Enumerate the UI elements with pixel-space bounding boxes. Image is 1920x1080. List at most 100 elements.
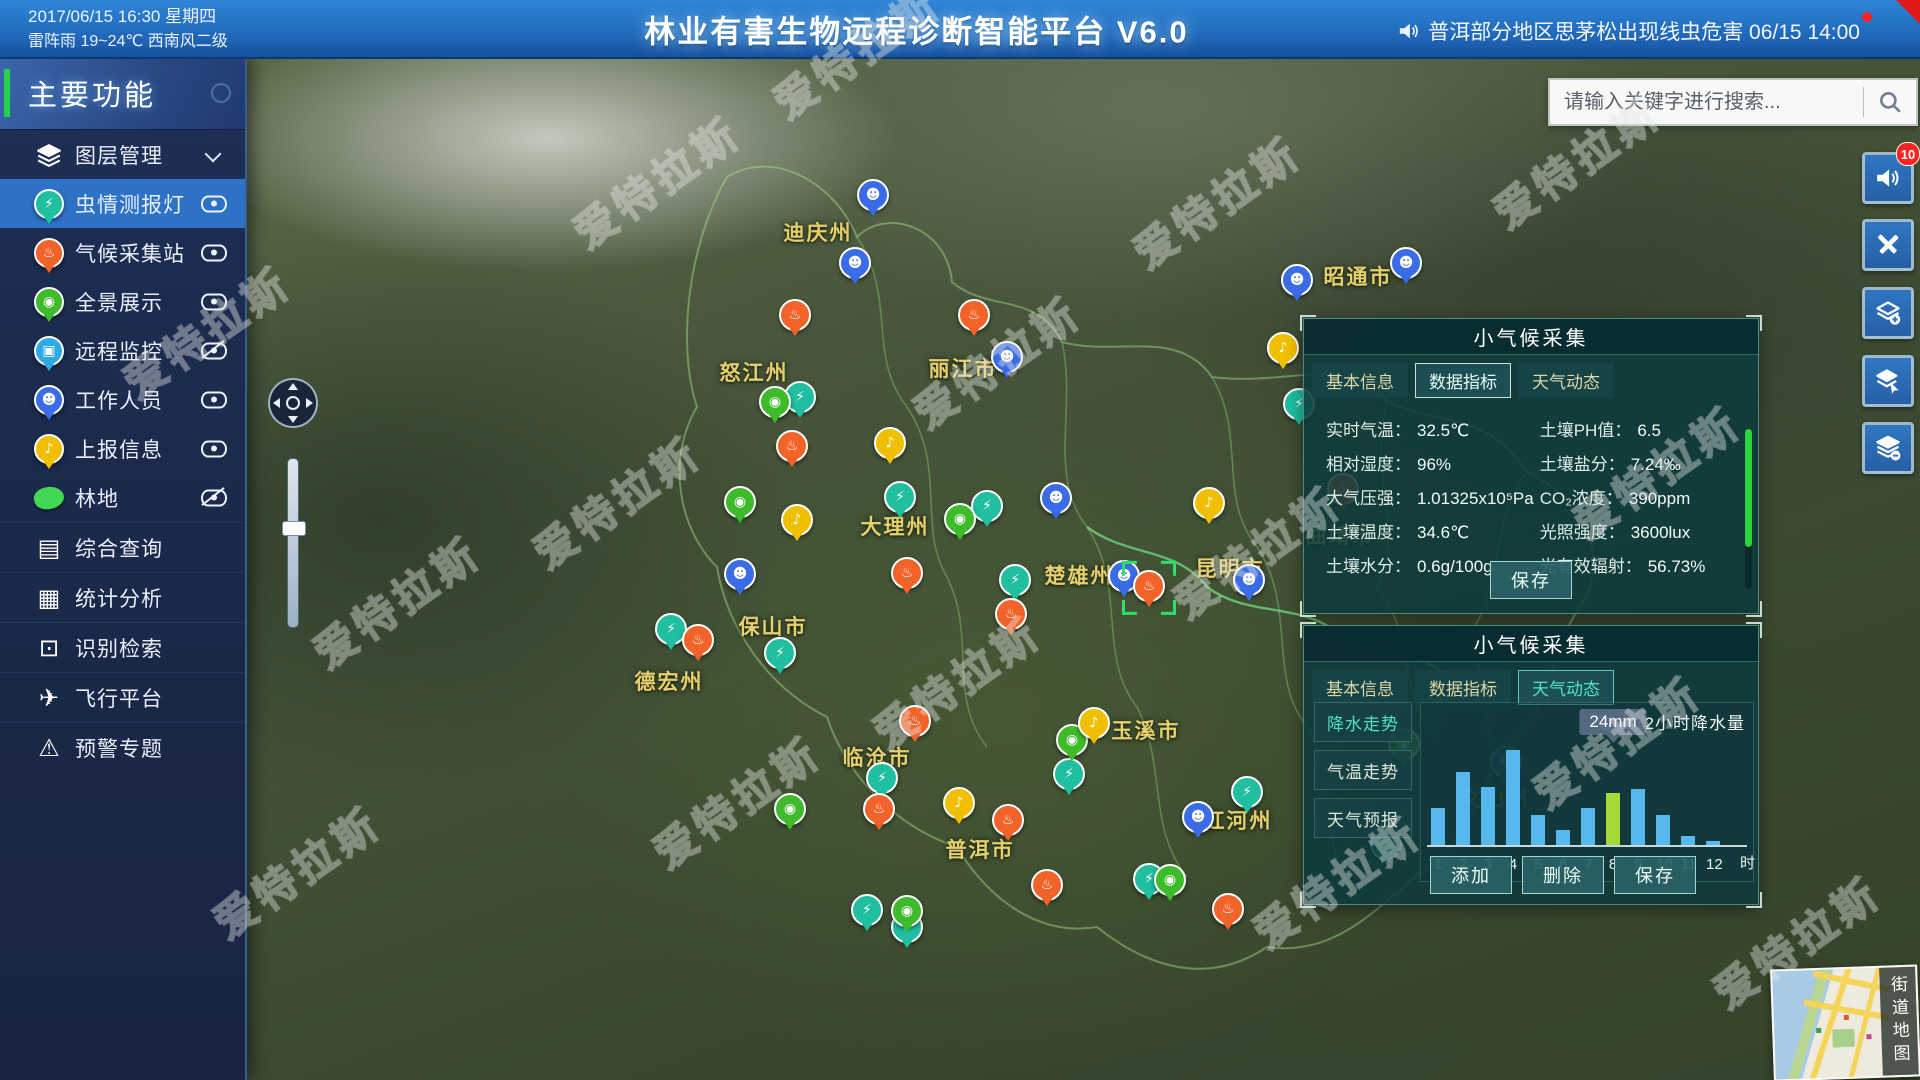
minimap-mode-label[interactable]: 街道地图 [1879,967,1919,1076]
layer-add-button[interactable] [1862,287,1914,339]
bug-lamp-pin-icon[interactable]: ⚡ [851,894,883,926]
panorama-pin-icon[interactable]: ◉ [1154,864,1186,896]
eye-hidden-icon[interactable] [201,489,227,506]
sidebar-layer-item[interactable]: ◉全景展示 [0,277,245,326]
alert-ticker[interactable]: 普洱部分地区思茅松出现线虫危害 06/15 14:00 [1398,16,1860,46]
bar-hour-7 [1581,808,1595,845]
climate-station-pin-icon[interactable]: ♨ [958,299,990,331]
subtab-1[interactable]: 降水走势 [1314,702,1412,742]
page-title: 林业有害生物远程诊断智能平台 V6.0 [644,6,1188,51]
layer-add-icon [1874,299,1902,327]
worker-pin-icon[interactable]: ☻ [839,247,871,279]
microclimate-panel-data: 小气候采集 基本信息数据指标天气动态 实时气温：32.5℃土壤PH值：6.5相对… [1303,318,1759,614]
field-label: 土壤温度： [1326,518,1411,543]
minimap-park [1832,1029,1855,1048]
worker-pin-icon[interactable]: ☻ [1390,247,1422,279]
report-pin-icon[interactable]: ♪ [1267,332,1299,364]
tab-3[interactable]: 天气动态 [1518,670,1614,705]
field-value: 1.01325x10⁵Pa [1417,489,1534,509]
worker-pin-icon[interactable]: ☻ [1182,801,1214,833]
sidebar-item-drone-platform[interactable]: ✈飞行平台 [0,672,245,722]
map-pan-compass[interactable] [268,378,318,428]
layer-select-button[interactable] [1862,355,1914,407]
zoom-slider-handle[interactable] [282,521,306,536]
climate-station-pin-icon[interactable]: ♨ [891,557,923,589]
climate-station-pin-icon[interactable]: ♨ [776,430,808,462]
subtab-3[interactable]: 天气预报 [1314,798,1412,838]
measure-draw-button[interactable] [1862,219,1914,271]
sidebar-layer-item[interactable]: ♪上报信息 [0,424,245,473]
forest-area-icon [34,487,64,509]
climate-station-pin-icon[interactable]: ♨ [779,299,811,331]
report-pin-icon[interactable]: ♪ [943,787,975,819]
panorama-pin-icon[interactable]: ◉ [891,895,923,927]
minimap-poi [1844,1015,1849,1020]
report-pin-icon[interactable]: ♪ [1193,487,1225,519]
tab-2[interactable]: 数据指标 [1415,363,1511,398]
current-datetime: 2017/06/15 16:30 星期四 [28,5,228,30]
panorama-pin-icon[interactable]: ◉ [774,793,806,825]
bug-lamp-pin-icon[interactable]: ⚡ [1231,776,1263,808]
sidebar-item-warning-topic[interactable]: ⚠预警专题 [0,722,245,772]
save-button[interactable]: 保存 [1614,856,1696,894]
field-value: 34.6℃ [1417,523,1469,543]
map-zoom-slider[interactable] [287,458,299,628]
bug-lamp-pin-icon[interactable]: ⚡ [999,564,1031,596]
report-pin-icon[interactable]: ♪ [874,427,906,459]
map-search-box [1548,78,1918,126]
bug-lamp-pin-icon[interactable]: ⚡ [764,637,796,669]
sidebar-item-layer-manager[interactable]: 图层管理 [0,130,245,179]
tab-1[interactable]: 基本信息 [1312,670,1408,705]
panorama-pin-icon[interactable]: ◉ [724,486,756,518]
climate-station-pin-icon[interactable]: ♨ [992,804,1024,836]
eye-hidden-icon[interactable] [201,342,227,359]
tab-2[interactable]: 数据指标 [1415,670,1511,705]
worker-pin-icon[interactable]: ☻ [857,179,889,211]
worker-pin-icon[interactable]: ☻ [1281,264,1313,296]
climate-station-pin-icon[interactable]: ♨ [899,705,931,737]
tab-1[interactable]: 基本信息 [1312,363,1408,398]
eye-visible-icon[interactable] [201,195,227,212]
search-input[interactable] [1550,91,1863,114]
subtab-2[interactable]: 气温走势 [1314,750,1412,790]
add-button[interactable]: 添加 [1430,856,1512,894]
sidebar-layer-item[interactable]: ☻工作人员 [0,375,245,424]
eye-visible-icon[interactable] [201,440,227,457]
climate-station-pin-icon[interactable]: ♨ [1133,570,1165,602]
climate-station-pin-icon[interactable]: ♨ [1212,893,1244,925]
report-pin-icon[interactable]: ♪ [1078,707,1110,739]
sidebar-layer-item[interactable]: ⚡虫情测报灯 [0,179,245,228]
panorama-pin-icon[interactable]: ◉ [944,503,976,535]
layer-remove-button[interactable] [1862,422,1914,474]
sidebar-layer-item[interactable]: ♨气候采集站 [0,228,245,277]
bug-lamp-pin-icon[interactable]: ⚡ [884,481,916,513]
eye-visible-icon[interactable] [201,293,227,310]
worker-pin-icon[interactable]: ☻ [1233,564,1265,596]
panel-title: 小气候采集 [1304,319,1758,355]
tab-3[interactable]: 天气动态 [1518,363,1614,398]
street-minimap[interactable]: 街道地图 [1770,964,1920,1080]
eye-visible-icon[interactable] [201,391,227,408]
eye-visible-icon[interactable] [201,244,227,261]
sidebar-item-database-query[interactable]: ▤综合查询 [0,522,245,572]
panel-scrollbar[interactable] [1745,429,1752,589]
worker-pin-icon[interactable]: ☻ [724,558,756,590]
climate-station-pin-icon[interactable]: ♨ [1031,869,1063,901]
search-icon[interactable] [1864,89,1916,115]
climate-station-pin-icon[interactable]: ♨ [682,624,714,656]
climate-station-pin-icon[interactable]: ♨ [995,598,1027,630]
sidebar-item-statistics-monitor[interactable]: ▦统计分析 [0,572,245,622]
report-pin-icon[interactable]: ♪ [781,504,813,536]
sidebar-layer-item[interactable]: ▣远程监控 [0,326,245,375]
worker-pin-icon[interactable]: ☻ [1040,482,1072,514]
worker-pin-icon[interactable]: ☻ [991,341,1023,373]
sidebar-layer-item[interactable]: 林地 [0,473,245,522]
save-button[interactable]: 保存 [1490,561,1572,599]
bug-lamp-pin-icon[interactable]: ⚡ [866,762,898,794]
delete-button[interactable]: 删除 [1522,856,1604,894]
climate-station-pin-icon[interactable]: ♨ [863,793,895,825]
panorama-pin-icon[interactable]: ◉ [759,386,791,418]
sidebar-item-label: 远程监控 [75,336,163,366]
sidebar-item-recognition-scan[interactable]: ⊡识别检索 [0,622,245,672]
notification-badge: 10 [1896,142,1920,166]
